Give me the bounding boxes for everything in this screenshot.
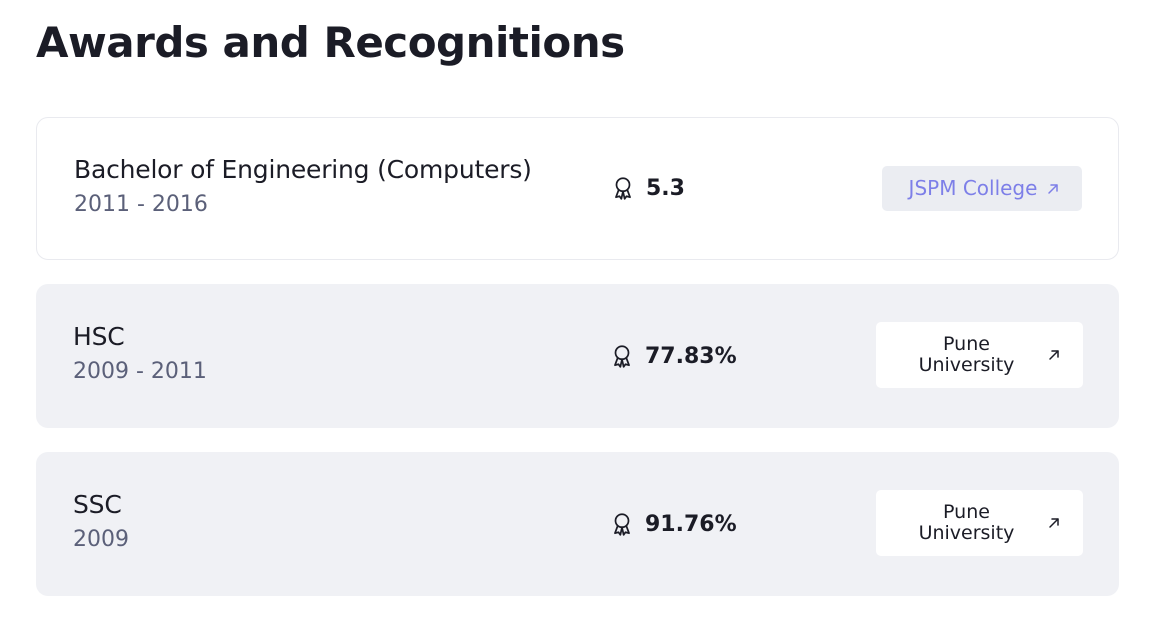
years-range: 2011 - 2016 xyxy=(74,192,208,217)
institution-label: JSPM College xyxy=(908,176,1038,200)
education-card: Bachelor of Engineering (Computers) 2011… xyxy=(36,117,1119,260)
institution-link-button[interactable]: Pune University xyxy=(876,322,1083,388)
institution-label: Pune University xyxy=(918,333,1015,376)
page-title: Awards and Recognitions xyxy=(36,18,625,67)
degree-title: SSC xyxy=(73,490,122,519)
years-range: 2009 - 2011 xyxy=(73,359,207,384)
degree-title: HSC xyxy=(73,322,125,351)
awards-section: Awards and Recognitions Bachelor of Engi… xyxy=(0,0,1150,643)
arrow-up-right-icon xyxy=(1049,350,1059,360)
education-card: SSC 2009 91.76% Pune University xyxy=(36,452,1119,596)
award-ribbon-icon xyxy=(615,177,631,200)
arrow-up-right-icon xyxy=(1048,183,1058,194)
score-value: 77.83% xyxy=(645,343,737,369)
arrow-up-right-icon xyxy=(1049,518,1059,528)
award-ribbon-icon xyxy=(614,513,630,536)
institution-link-button[interactable]: Pune University xyxy=(876,490,1083,556)
score-value: 91.76% xyxy=(645,511,737,537)
education-card: HSC 2009 - 2011 77.83% Pune University xyxy=(36,284,1119,428)
institution-link-button[interactable]: JSPM College xyxy=(882,166,1082,211)
institution-label: Pune University xyxy=(918,501,1015,544)
score-group: 5.3 xyxy=(610,172,685,204)
years-range: 2009 xyxy=(73,527,129,552)
degree-title: Bachelor of Engineering (Computers) xyxy=(74,155,532,184)
score-group: 91.76% xyxy=(609,508,737,540)
score-group: 77.83% xyxy=(609,340,737,372)
award-ribbon-icon xyxy=(614,345,630,368)
score-value: 5.3 xyxy=(646,175,685,201)
